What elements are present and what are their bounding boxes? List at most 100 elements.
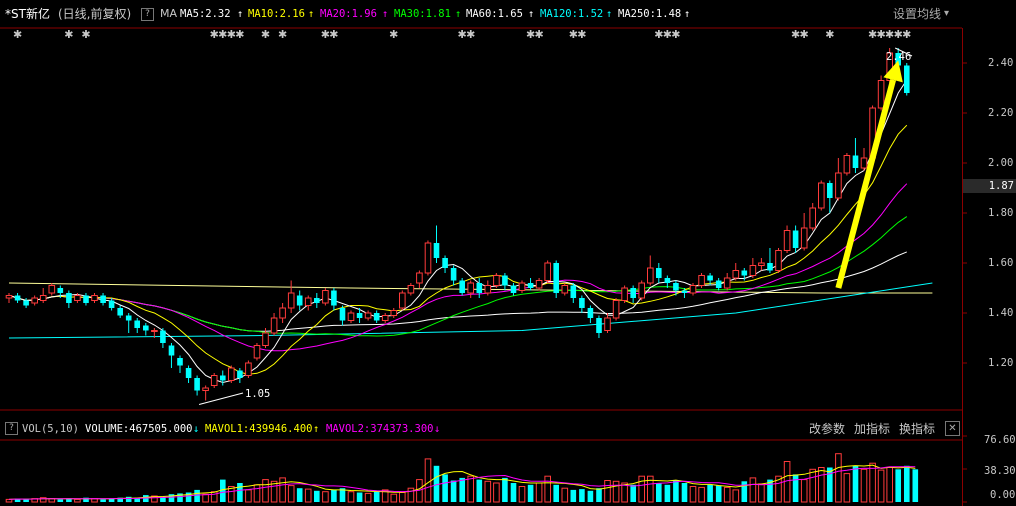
- candle: [561, 285, 569, 294]
- candle: [689, 285, 697, 294]
- price-tick-label: 1.60: [988, 257, 1014, 269]
- event-marker-icon: ✱: [389, 28, 398, 41]
- candle: [424, 242, 432, 274]
- volume-bar: [314, 490, 320, 502]
- candle: [202, 387, 209, 391]
- volume-bar: [279, 477, 286, 503]
- candle: [664, 278, 671, 283]
- volume-bar: [245, 489, 252, 503]
- switch-indicator-button[interactable]: 换指标: [899, 420, 935, 437]
- candle: [262, 332, 269, 346]
- candle: [877, 80, 885, 109]
- volume-indicator-label: VOL(5,10): [22, 423, 79, 435]
- candle: [31, 297, 38, 304]
- candle: [399, 292, 406, 309]
- arrow-down-icon: ↓: [193, 423, 200, 435]
- candle: [39, 295, 47, 301]
- volume-bar: [347, 491, 355, 503]
- chart-window: *ST新亿 (日线,前复权) ? MA MA5:2.32 ↑ MA10:2.16…: [0, 0, 1016, 506]
- volume-bar: [544, 475, 552, 503]
- volume-bar: [304, 488, 312, 503]
- candle: [741, 270, 748, 276]
- candle: [843, 155, 851, 174]
- candle: [681, 290, 688, 293]
- candle: [151, 330, 158, 332]
- close-icon[interactable]: ✕: [945, 421, 960, 436]
- candle: [314, 298, 320, 303]
- candle: [767, 263, 773, 271]
- candle: [91, 295, 98, 301]
- event-marker-icon: ✱: [81, 28, 90, 41]
- candle: [484, 285, 492, 294]
- candle: [792, 230, 799, 248]
- volume-bar: [664, 484, 671, 502]
- volume-bar: [253, 484, 261, 503]
- volume-bar: [895, 469, 901, 502]
- volume-bar: [476, 479, 483, 502]
- candle: [604, 317, 611, 331]
- volume-bar: [869, 462, 876, 503]
- price-tick-label: 2.20: [988, 107, 1014, 119]
- volume-bar: [638, 475, 646, 503]
- candle: [579, 298, 585, 308]
- candle: [416, 272, 423, 284]
- add-indicator-button[interactable]: 加指标: [854, 420, 890, 437]
- volume-bar: [843, 473, 851, 503]
- volume-bar: [860, 468, 868, 503]
- volume-bar: [681, 483, 688, 502]
- volume-bar: [904, 465, 910, 502]
- candle: [715, 280, 722, 288]
- event-marker-icon: ✱: [671, 28, 680, 41]
- candle: [185, 368, 192, 378]
- volume-bar: [484, 480, 492, 503]
- candle: [134, 320, 140, 328]
- arrow-down-icon: ↓: [434, 423, 441, 435]
- candle: [168, 345, 175, 356]
- event-marker-icon: ✱: [577, 28, 586, 41]
- volume-bar: [493, 482, 500, 503]
- candle: [749, 265, 757, 276]
- candle: [279, 307, 286, 319]
- volume-bar: [587, 490, 594, 502]
- volume-bar: [220, 479, 226, 502]
- candle: [723, 277, 731, 289]
- candle: [322, 290, 329, 304]
- volume-bar: [912, 469, 919, 502]
- candle: [339, 308, 346, 321]
- volume-bar: [809, 468, 817, 503]
- volume-bar: [390, 493, 398, 503]
- volume-bar: [322, 491, 329, 503]
- volume-bar: [749, 477, 757, 503]
- help-icon[interactable]: ?: [5, 422, 18, 435]
- candle: [638, 282, 646, 299]
- edit-params-button[interactable]: 改参数: [809, 420, 845, 437]
- volume-bar: [707, 484, 713, 502]
- event-marker-icon: ✱: [64, 28, 73, 41]
- volume-bar: [561, 487, 569, 503]
- candle: [553, 263, 559, 293]
- volume-bar: [886, 467, 894, 503]
- volume-bar: [758, 483, 765, 503]
- event-marker-icon: ✱: [13, 28, 22, 41]
- candle: [143, 325, 149, 331]
- candle: [5, 295, 13, 299]
- volume-bar: [262, 479, 269, 503]
- candle: [852, 155, 859, 168]
- candle: [66, 293, 72, 303]
- event-marker-icon: ✱: [800, 28, 809, 41]
- volume-bar: [331, 489, 337, 502]
- candle: [459, 280, 465, 293]
- volume-tick-label: 38.30: [984, 465, 1016, 477]
- price-tick-label: 1.40: [988, 307, 1014, 319]
- candle: [535, 280, 543, 289]
- volume-bar: [698, 486, 705, 503]
- volume-bar: [518, 486, 526, 503]
- candle: [800, 227, 808, 249]
- volume-bar: [604, 480, 611, 503]
- volume-bar: [356, 492, 363, 502]
- volume-bar: [373, 491, 380, 502]
- candle: [596, 318, 602, 333]
- volume-bar: [74, 498, 81, 503]
- candle: [253, 345, 261, 359]
- current-price-label: 1.87: [963, 179, 1016, 193]
